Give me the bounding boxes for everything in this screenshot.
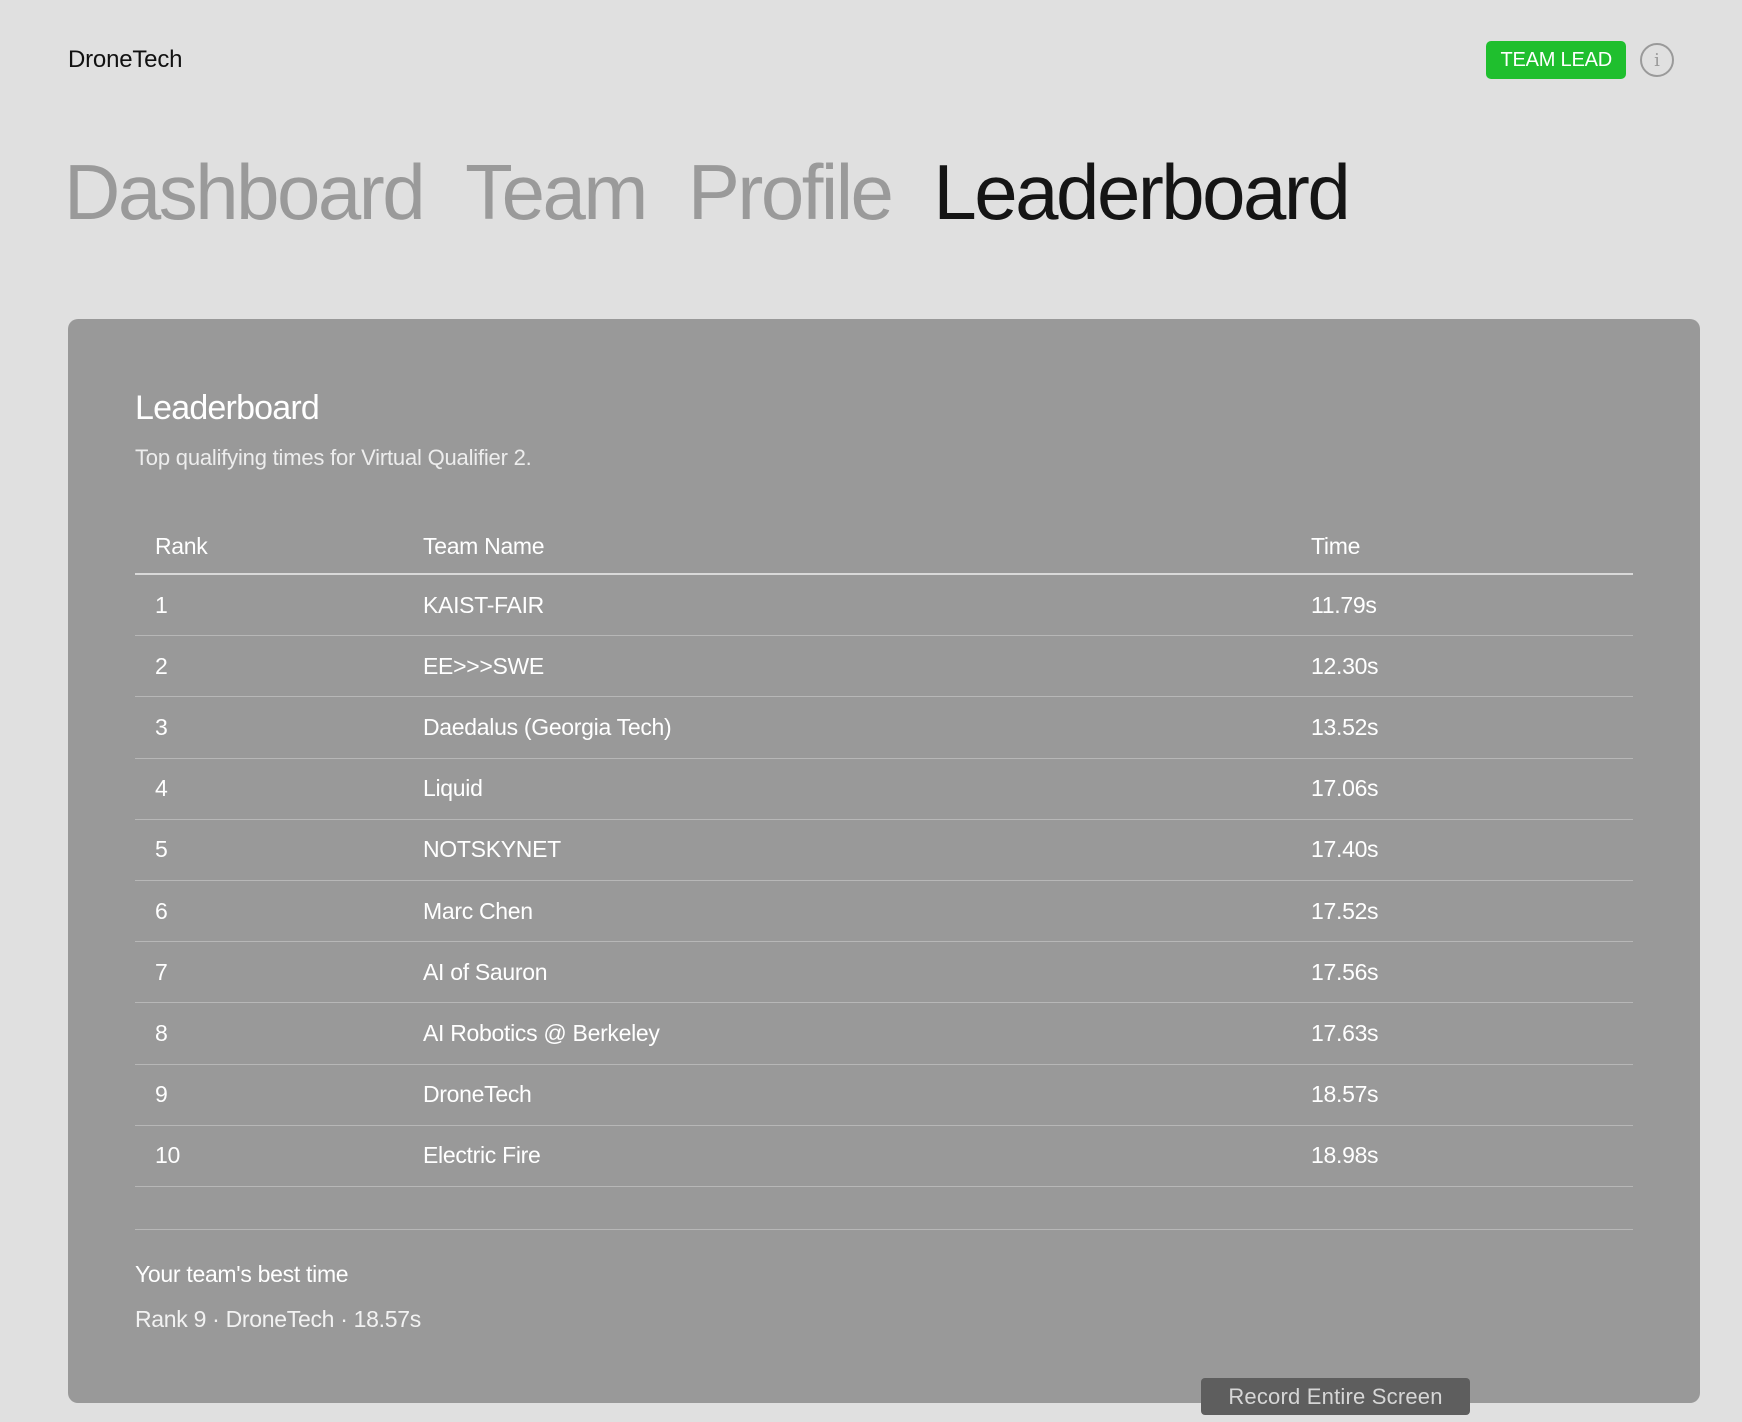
nav-dashboard[interactable]: Dashboard <box>64 151 426 234</box>
top-bar: DroneTech TEAM LEAD i <box>68 40 1674 80</box>
nav-leaderboard[interactable]: Leaderboard <box>933 151 1350 234</box>
time-cell: 12.30s <box>1311 652 1379 679</box>
team-cell: DroneTech <box>423 1081 532 1108</box>
rank-cell: 8 <box>155 1019 168 1046</box>
info-icon[interactable]: i <box>1640 43 1674 77</box>
team-cell: Daedalus (Georgia Tech) <box>423 713 672 740</box>
rank-cell: 3 <box>155 713 168 740</box>
team-cell: NOTSKYNET <box>423 836 561 863</box>
record-screen-button[interactable]: Record Entire Screen <box>1201 1378 1470 1415</box>
best-time-value: Rank 9 · DroneTech · 18.57s <box>135 1306 421 1332</box>
table-row: 3 Daedalus (Georgia Tech) 13.52s <box>135 697 1633 759</box>
time-cell: 17.40s <box>1311 836 1379 863</box>
time-cell: 11.79s <box>1311 591 1377 618</box>
card-subtitle: Top qualifying times for Virtual Qualifi… <box>135 445 532 470</box>
team-cell: Marc Chen <box>423 897 533 924</box>
table-row: 10 Electric Fire 18.98s <box>135 1126 1633 1187</box>
column-header-team: Team Name <box>423 532 545 559</box>
rank-cell: 6 <box>155 897 168 924</box>
footer-divider <box>135 1229 1633 1230</box>
team-cell: Electric Fire <box>423 1142 541 1169</box>
table-row: 7 AI of Sauron 17.56s <box>135 942 1633 1004</box>
page: DroneTech TEAM LEAD i Dashboard Team Pro… <box>0 0 1742 1422</box>
time-cell: 18.57s <box>1311 1081 1379 1108</box>
rank-cell: 2 <box>155 652 168 679</box>
leaderboard-card: Leaderboard Top qualifying times for Vir… <box>68 319 1700 1403</box>
rank-cell: 1 <box>155 591 168 618</box>
leaderboard-table: Rank Team Name Time 1 KAIST-FAIR 11.79s … <box>135 519 1633 1187</box>
time-cell: 17.63s <box>1311 1019 1379 1046</box>
card-title: Leaderboard <box>135 389 320 427</box>
team-cell: Liquid <box>423 775 483 802</box>
nav-team[interactable]: Team <box>465 151 648 234</box>
time-cell: 18.98s <box>1311 1142 1379 1169</box>
rank-cell: 7 <box>155 958 168 985</box>
team-cell: AI Robotics @ Berkeley <box>423 1019 660 1046</box>
table-row: 9 DroneTech 18.57s <box>135 1065 1633 1126</box>
team-cell: EE>>>SWE <box>423 652 544 679</box>
role-badge: TEAM LEAD <box>1486 41 1626 79</box>
rank-cell: 9 <box>155 1081 168 1108</box>
table-row: 4 Liquid 17.06s <box>135 759 1633 820</box>
time-cell: 17.52s <box>1311 897 1379 924</box>
table-row: 1 KAIST-FAIR 11.79s <box>135 575 1633 637</box>
table-row: 6 Marc Chen 17.52s <box>135 881 1633 943</box>
team-cell: KAIST-FAIR <box>423 591 544 618</box>
rank-cell: 5 <box>155 836 168 863</box>
column-header-rank: Rank <box>155 532 208 559</box>
table-row: 5 NOTSKYNET 17.40s <box>135 820 1633 881</box>
main-nav: Dashboard Team Profile Leaderboard <box>64 151 1351 234</box>
rank-cell: 10 <box>155 1142 180 1169</box>
rank-cell: 4 <box>155 775 168 802</box>
time-cell: 13.52s <box>1311 713 1379 740</box>
table-row: 8 AI Robotics @ Berkeley 17.63s <box>135 1003 1633 1065</box>
column-header-time: Time <box>1311 532 1361 559</box>
brand-name[interactable]: DroneTech <box>68 46 182 74</box>
table-row: 2 EE>>>SWE 12.30s <box>135 636 1633 698</box>
team-cell: AI of Sauron <box>423 958 548 985</box>
time-cell: 17.56s <box>1311 958 1379 985</box>
table-header: Rank Team Name Time <box>135 519 1633 575</box>
time-cell: 17.06s <box>1311 775 1379 802</box>
best-time-label: Your team's best time <box>135 1261 349 1287</box>
nav-profile[interactable]: Profile <box>688 151 894 234</box>
top-right-controls: TEAM LEAD i <box>1486 41 1674 79</box>
